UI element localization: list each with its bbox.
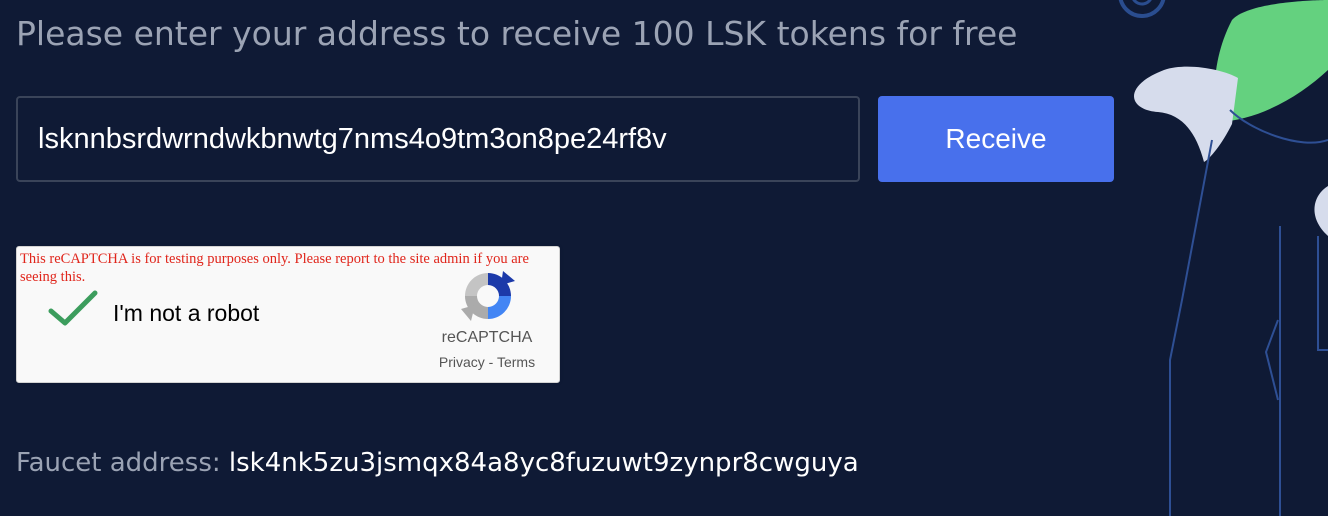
recaptcha-privacy-link[interactable]: Privacy (439, 354, 485, 370)
faucet-address-value: lsk4nk5zu3jsmqx84a8yc8fuzuwt9zynpr8cwguy… (228, 448, 859, 478)
address-input[interactable] (16, 96, 860, 182)
recaptcha-logo-icon (461, 271, 515, 321)
page-heading: Please enter your address to receive 100… (16, 14, 1018, 53)
recaptcha-terms-link[interactable]: Terms (497, 354, 535, 370)
decorative-illustration (1118, 0, 1328, 516)
recaptcha-checkbox-label[interactable]: I'm not a robot (113, 300, 259, 327)
recaptcha-links: Privacy - Terms (417, 354, 557, 370)
recaptcha-widget: This reCAPTCHA is for testing purposes o… (16, 246, 560, 383)
checkmark-icon[interactable] (47, 287, 99, 331)
faucet-address-line: Faucet address: lsk4nk5zu3jsmqx84a8yc8fu… (16, 448, 859, 478)
faucet-address-label: Faucet address: (16, 448, 221, 478)
receive-button[interactable]: Receive (878, 96, 1114, 182)
recaptcha-links-separator: - (488, 354, 494, 370)
recaptcha-brand-label: reCAPTCHA (441, 329, 533, 346)
